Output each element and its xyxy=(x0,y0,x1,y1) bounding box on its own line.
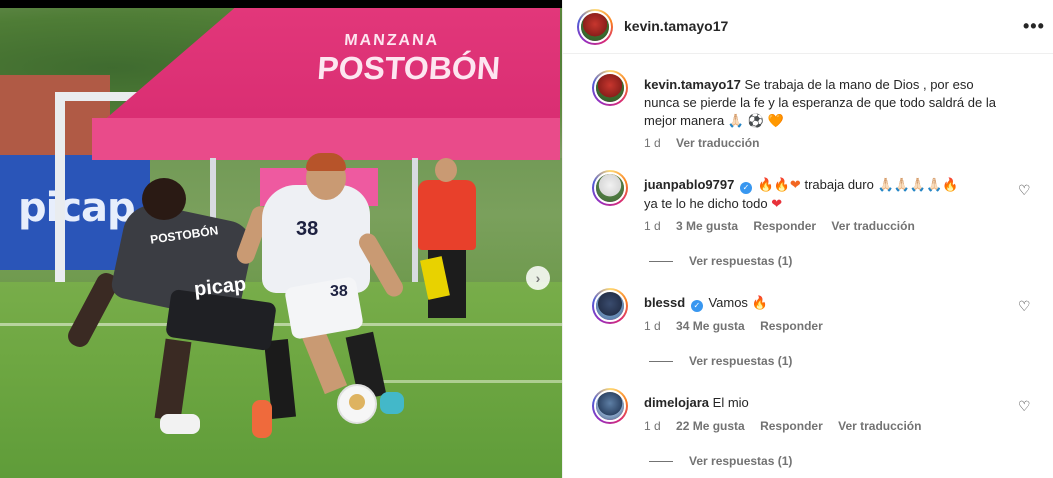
comment-text-block: juanpablo9797 ✓ 🔥🔥❤ trabaja duro 🙏🏻🙏🏻🙏🏻🙏… xyxy=(644,176,1006,214)
avatar[interactable] xyxy=(592,288,628,324)
view-replies-label: Ver respuestas (1) xyxy=(689,354,793,368)
next-photo-button[interactable]: › xyxy=(526,266,550,290)
soccer-ball xyxy=(337,384,377,424)
tent-brand-text: MANZANA POSTOBÓN xyxy=(316,32,502,87)
tent-brand-main: POSTOBÓN xyxy=(316,50,502,86)
avatar[interactable] xyxy=(592,70,628,106)
comment-meta: 1 d 3 Me gusta Responder Ver traducción xyxy=(644,219,927,233)
chevron-right-icon: › xyxy=(535,270,541,286)
like-heart-icon[interactable]: ♡ xyxy=(1018,182,1031,199)
verified-badge-icon: ✓ xyxy=(739,182,752,194)
photo-referee-head xyxy=(435,158,457,182)
comment-text-block: dimelojara El mio xyxy=(644,394,1006,412)
verified-badge-icon: ✓ xyxy=(690,300,703,312)
orange-heart-emoji: 🧡 xyxy=(767,114,784,129)
fire-heart-emojis: 🔥🔥❤ xyxy=(757,178,801,193)
comment-username[interactable]: dimelojara xyxy=(644,395,709,410)
photo-field-line xyxy=(360,380,562,383)
comment-text: Vamos xyxy=(708,295,748,310)
likes-count[interactable]: 34 Me gusta xyxy=(676,319,745,333)
like-heart-icon[interactable]: ♡ xyxy=(1018,298,1031,315)
fire-emoji: 🔥 xyxy=(751,296,768,311)
player1-shoe xyxy=(252,400,272,438)
comment-time: 1 d xyxy=(644,219,661,233)
comment-time: 1 d xyxy=(644,419,661,433)
reply-button[interactable]: Responder xyxy=(760,419,823,433)
player2-shoe xyxy=(380,392,404,414)
pray-emoji: 🙏🏻 xyxy=(727,114,745,129)
translate-link[interactable]: Ver traducción xyxy=(838,419,921,433)
avatar[interactable] xyxy=(577,9,613,45)
photo-goal-post xyxy=(55,92,65,282)
caption-text-block: kevin.tamayo17 Se trabaja de la mano de … xyxy=(644,76,1006,131)
caption-meta: 1 d Ver traducción xyxy=(644,136,771,150)
caption-time: 1 d xyxy=(644,136,661,150)
reply-button[interactable]: Responder xyxy=(753,219,816,233)
view-replies-label: Ver respuestas (1) xyxy=(689,254,793,268)
player2-shorts-number: 38 xyxy=(330,283,348,300)
view-replies-button[interactable]: Ver respuestas (1) xyxy=(649,354,792,368)
view-replies-button[interactable]: Ver respuestas (1) xyxy=(649,454,792,468)
comment-text-line2: ya te lo he dicho todo xyxy=(644,196,768,211)
player1-shoe xyxy=(160,414,200,434)
view-replies-button[interactable]: Ver respuestas (1) xyxy=(649,254,792,268)
player2-number: 38 xyxy=(296,218,319,240)
post-side-panel: kevin.tamayo17 ••• kevin.tamayo17 Se tra… xyxy=(562,0,1053,478)
comment-text: trabaja duro xyxy=(804,177,874,192)
ad-board-text: picap xyxy=(18,185,136,231)
comment-meta: 1 d 34 Me gusta Responder xyxy=(644,319,835,333)
post-photo[interactable]: picap MANZANA POSTOBÓN POSTOBÓN picap 38… xyxy=(0,0,562,478)
likes-count[interactable]: 3 Me gusta xyxy=(676,219,738,233)
like-heart-icon[interactable]: ♡ xyxy=(1018,398,1031,415)
comment-username[interactable]: blessd xyxy=(644,295,685,310)
reply-button[interactable]: Responder xyxy=(760,319,823,333)
post-header: kevin.tamayo17 ••• xyxy=(563,0,1053,54)
replies-divider xyxy=(649,361,673,363)
comment-meta: 1 d 22 Me gusta Responder Ver traducción xyxy=(644,419,933,433)
photo-top-bar xyxy=(0,0,562,8)
caption-username[interactable]: kevin.tamayo17 xyxy=(644,77,741,92)
likes-count[interactable]: 22 Me gusta xyxy=(676,419,745,433)
avatar[interactable] xyxy=(592,170,628,206)
avatar[interactable] xyxy=(592,388,628,424)
photo-referee xyxy=(418,180,476,250)
heart-emoji: ❤ xyxy=(771,197,783,212)
comment-username[interactable]: juanpablo9797 xyxy=(644,177,734,192)
replies-divider xyxy=(649,261,673,263)
translate-link[interactable]: Ver traducción xyxy=(831,219,914,233)
player1-head xyxy=(142,178,186,220)
comment-time: 1 d xyxy=(644,319,661,333)
replies-divider xyxy=(649,461,673,463)
comment-text: El mio xyxy=(712,395,749,410)
comment-text-block: blessd ✓ Vamos 🔥 xyxy=(644,294,1006,313)
player2-hair xyxy=(306,153,346,171)
more-options-icon[interactable]: ••• xyxy=(1023,16,1045,37)
view-replies-label: Ver respuestas (1) xyxy=(689,454,793,468)
soccer-ball-emoji: ⚽ xyxy=(747,114,764,129)
tent-brand-sub: MANZANA xyxy=(343,32,440,49)
pray-fire-emojis: 🙏🏻🙏🏻🙏🏻🙏🏻🔥 xyxy=(877,178,959,193)
translate-link[interactable]: Ver traducción xyxy=(676,136,759,150)
header-username[interactable]: kevin.tamayo17 xyxy=(624,18,728,34)
